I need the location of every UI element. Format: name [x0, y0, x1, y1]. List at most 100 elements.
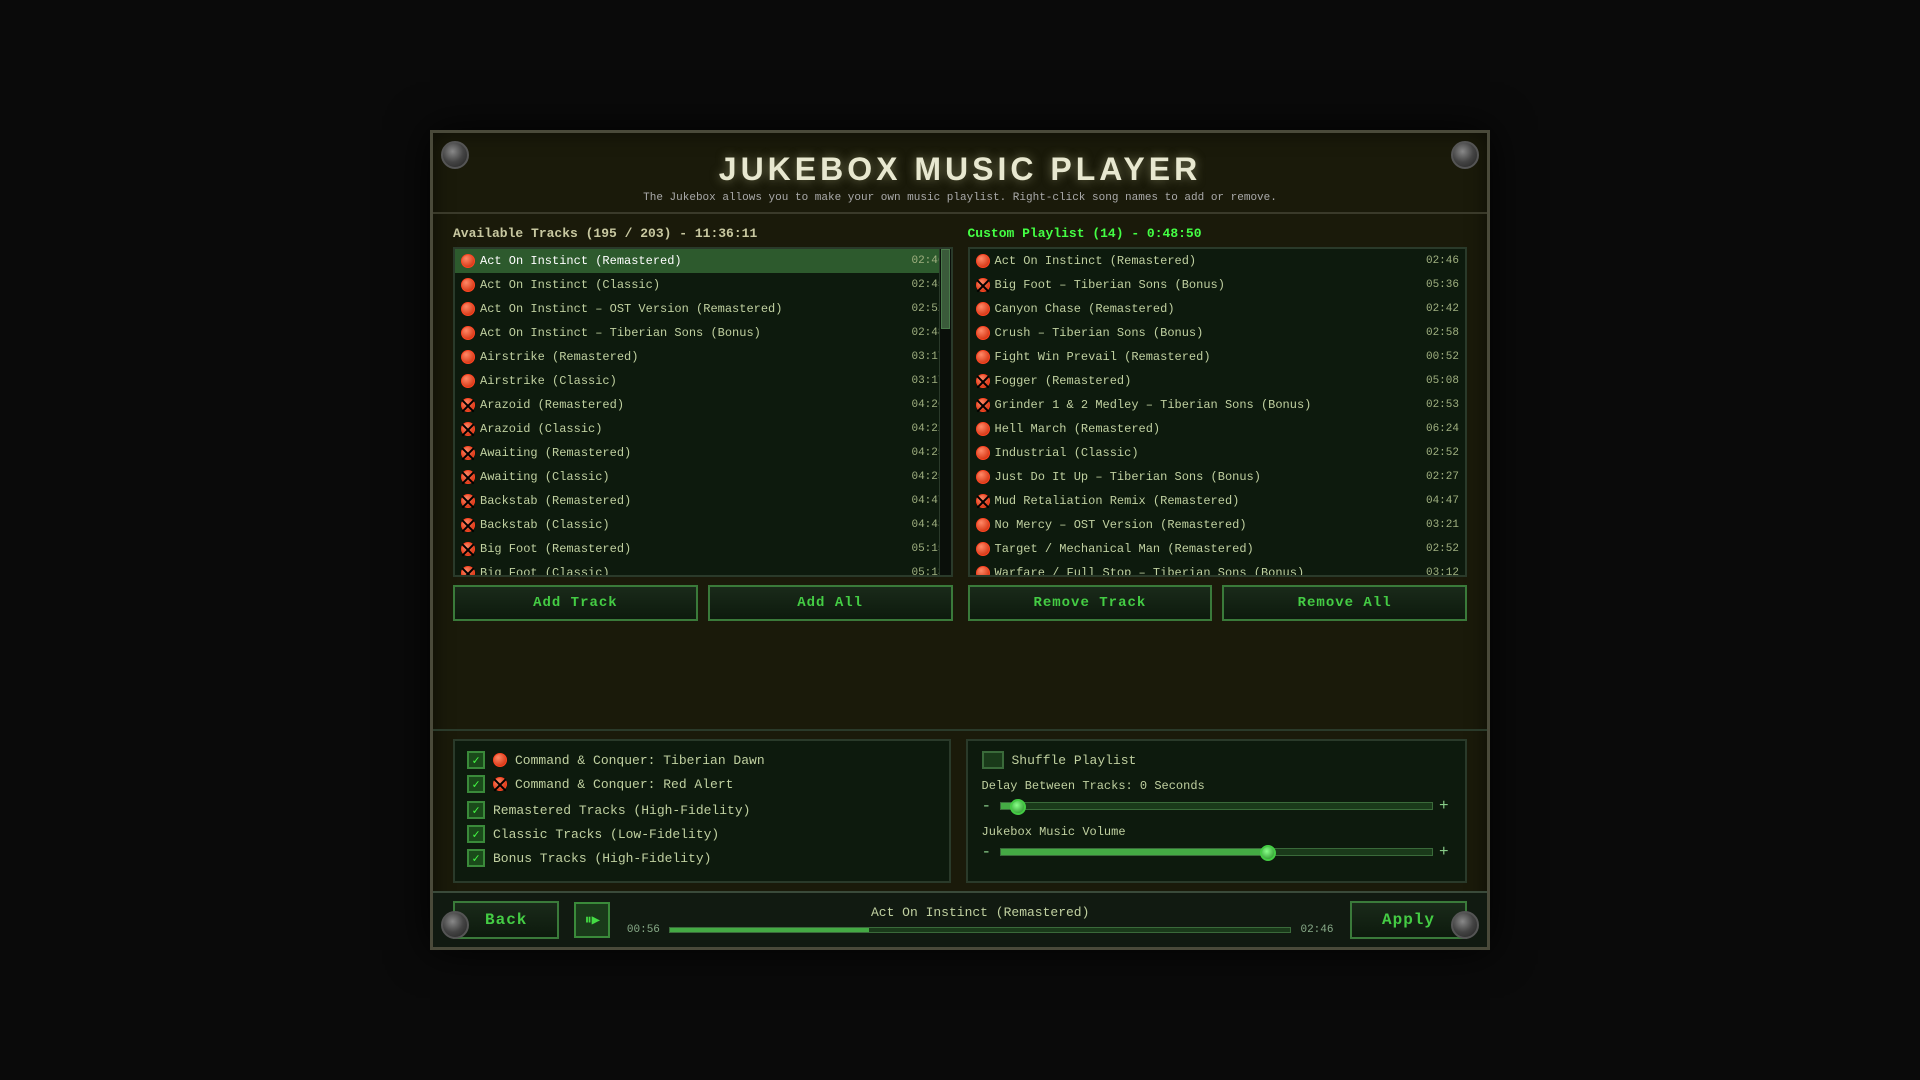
back-button[interactable]: Back	[453, 901, 559, 939]
track-duration: 00:52	[1426, 351, 1459, 363]
checkbox-red-alert[interactable]	[467, 775, 485, 793]
track-name: Act On Instinct – OST Version (Remastere…	[480, 302, 907, 316]
red-circle-icon	[461, 278, 475, 292]
available-track-item[interactable]: Arazoid (Classic)04:22	[455, 417, 951, 441]
corner-bolt-tl	[441, 141, 469, 169]
crossed-icon	[461, 542, 475, 556]
checkbox-classic[interactable]	[467, 825, 485, 843]
track-duration: 05:08	[1426, 375, 1459, 387]
remastered-label: Remastered Tracks (High-Fidelity)	[493, 803, 750, 818]
volume-minus[interactable]: -	[982, 843, 994, 861]
delay-slider[interactable]	[1000, 802, 1434, 810]
checkbox-tiberian-dawn[interactable]	[467, 751, 485, 769]
playlist-track-item[interactable]: No Mercy – OST Version (Remastered)03:21	[970, 513, 1466, 537]
track-name: Awaiting (Classic)	[480, 470, 907, 484]
delay-slider-thumb[interactable]	[1010, 799, 1026, 815]
available-track-item[interactable]: Airstrike (Classic)03:17	[455, 369, 951, 393]
red-circle-icon	[976, 302, 990, 316]
available-track-item[interactable]: Awaiting (Classic)04:25	[455, 465, 951, 489]
track-name: Mud Retaliation Remix (Remastered)	[995, 494, 1422, 508]
remove-all-button[interactable]: Remove All	[1222, 585, 1467, 621]
available-track-item[interactable]: Backstab (Classic)04:43	[455, 513, 951, 537]
app-title: JUKEBOX MUSIC PLAYER	[453, 151, 1467, 188]
track-name: Big Foot (Classic)	[480, 566, 907, 577]
playlist-track-item[interactable]: Crush – Tiberian Sons (Bonus)02:58	[970, 321, 1466, 345]
playlist-track-item[interactable]: Canyon Chase (Remastered)02:42	[970, 297, 1466, 321]
shuffle-label: Shuffle Playlist	[1012, 753, 1137, 768]
available-track-item[interactable]: Backstab (Remastered)04:47	[455, 489, 951, 513]
track-duration: 02:27	[1426, 471, 1459, 483]
classic-label: Classic Tracks (Low-Fidelity)	[493, 827, 719, 842]
available-track-item[interactable]: Big Foot (Remastered)05:15	[455, 537, 951, 561]
shuffle-row: Shuffle Playlist	[982, 751, 1452, 769]
available-track-item[interactable]: Airstrike (Remastered)03:17	[455, 345, 951, 369]
apply-button[interactable]: Apply	[1350, 901, 1467, 939]
main-frame: JUKEBOX MUSIC PLAYER The Jukebox allows …	[430, 130, 1490, 950]
available-track-item[interactable]: Act On Instinct (Classic)02:45	[455, 273, 951, 297]
delay-label: Delay Between Tracks: 0 Seconds	[982, 779, 1452, 793]
red-circle-icon	[461, 350, 475, 364]
available-panel: Available Tracks (195 / 203) - 11:36:11 …	[453, 226, 953, 717]
red-circle-icon	[976, 350, 990, 364]
playlist-track-item[interactable]: Fight Win Prevail (Remastered) 00:52	[970, 345, 1466, 369]
playlist-track-list[interactable]: Act On Instinct (Remastered)02:46Big Foo…	[968, 247, 1468, 577]
playlist-track-item[interactable]: Industrial (Classic)02:52	[970, 441, 1466, 465]
available-track-item[interactable]: Act On Instinct – Tiberian Sons (Bonus)0…	[455, 321, 951, 345]
playlist-track-item[interactable]: Hell March (Remastered)06:24	[970, 417, 1466, 441]
available-scrollbar[interactable]	[939, 249, 951, 575]
volume-slider-row: - +	[982, 843, 1452, 861]
right-button-row: Remove Track Remove All	[968, 585, 1468, 621]
track-name: Grinder 1 & 2 Medley – Tiberian Sons (Bo…	[995, 398, 1422, 412]
delay-minus[interactable]: -	[982, 797, 994, 815]
filter-red-alert: Command & Conquer: Red Alert	[467, 775, 937, 793]
add-track-button[interactable]: Add Track	[453, 585, 698, 621]
play-controls: ⏸▶	[574, 902, 610, 938]
track-duration: 05:36	[1426, 279, 1459, 291]
crossed-icon	[976, 398, 990, 412]
track-duration: 02:46	[1426, 255, 1459, 267]
volume-slider-thumb[interactable]	[1260, 845, 1276, 861]
checkbox-remastered[interactable]	[467, 801, 485, 819]
delay-plus[interactable]: +	[1439, 797, 1451, 815]
playlist-track-item[interactable]: Just Do It Up – Tiberian Sons (Bonus) 02:…	[970, 465, 1466, 489]
playlist-track-item[interactable]: Mud Retaliation Remix (Remastered) 04:47	[970, 489, 1466, 513]
available-track-item[interactable]: Big Foot (Classic)05:13	[455, 561, 951, 577]
now-playing-label: Act On Instinct (Remastered)	[625, 905, 1335, 920]
red-circle-icon	[976, 566, 990, 577]
playlist-track-item[interactable]: Act On Instinct (Remastered)02:46	[970, 249, 1466, 273]
track-name: Fogger (Remastered)	[995, 374, 1422, 388]
play-pause-button[interactable]: ⏸▶	[574, 902, 610, 938]
playlist-track-item[interactable]: Warfare / Full Stop – Tiberian Sons (Bon…	[970, 561, 1466, 577]
track-duration: 04:47	[1426, 495, 1459, 507]
crossed-icon	[461, 494, 475, 508]
checkbox-bonus[interactable]	[467, 849, 485, 867]
track-name: Fight Win Prevail (Remastered)	[995, 350, 1422, 364]
add-all-button[interactable]: Add All	[708, 585, 953, 621]
track-name: Hell March (Remastered)	[995, 422, 1422, 436]
available-track-list[interactable]: Act On Instinct (Remastered)02:46Act On …	[453, 247, 953, 577]
playlist-track-item[interactable]: Big Foot – Tiberian Sons (Bonus)05:36	[970, 273, 1466, 297]
remove-track-button[interactable]: Remove Track	[968, 585, 1213, 621]
bottom-section: Command & Conquer: Tiberian Dawn Command…	[433, 729, 1487, 891]
playlist-track-item[interactable]: Grinder 1 & 2 Medley – Tiberian Sons (Bo…	[970, 393, 1466, 417]
volume-plus[interactable]: +	[1439, 843, 1451, 861]
crossed-icon	[461, 446, 475, 460]
available-track-item[interactable]: Act On Instinct – OST Version (Remastere…	[455, 297, 951, 321]
delay-slider-row: - +	[982, 797, 1452, 815]
available-track-item[interactable]: Awaiting (Remastered)04:25	[455, 441, 951, 465]
volume-slider[interactable]	[1000, 848, 1434, 856]
playlist-track-item[interactable]: Fogger (Remastered) 05:08	[970, 369, 1466, 393]
volume-label: Jukebox Music Volume	[982, 825, 1452, 839]
track-name: Act On Instinct (Remastered)	[480, 254, 907, 268]
track-name: Big Foot (Remastered)	[480, 542, 907, 556]
track-duration: 02:42	[1426, 303, 1459, 315]
track-name: Target / Mechanical Man (Remastered)	[995, 542, 1422, 556]
track-name: Backstab (Classic)	[480, 518, 907, 532]
available-track-item[interactable]: Arazoid (Remastered)04:26	[455, 393, 951, 417]
playlist-track-item[interactable]: Target / Mechanical Man (Remastered)02:5…	[970, 537, 1466, 561]
track-name: Just Do It Up – Tiberian Sons (Bonus)	[995, 470, 1422, 484]
available-track-item[interactable]: Act On Instinct (Remastered)02:46	[455, 249, 951, 273]
progress-bar[interactable]	[669, 927, 1291, 933]
available-scrollbar-thumb[interactable]	[941, 249, 950, 329]
shuffle-toggle[interactable]	[982, 751, 1004, 769]
